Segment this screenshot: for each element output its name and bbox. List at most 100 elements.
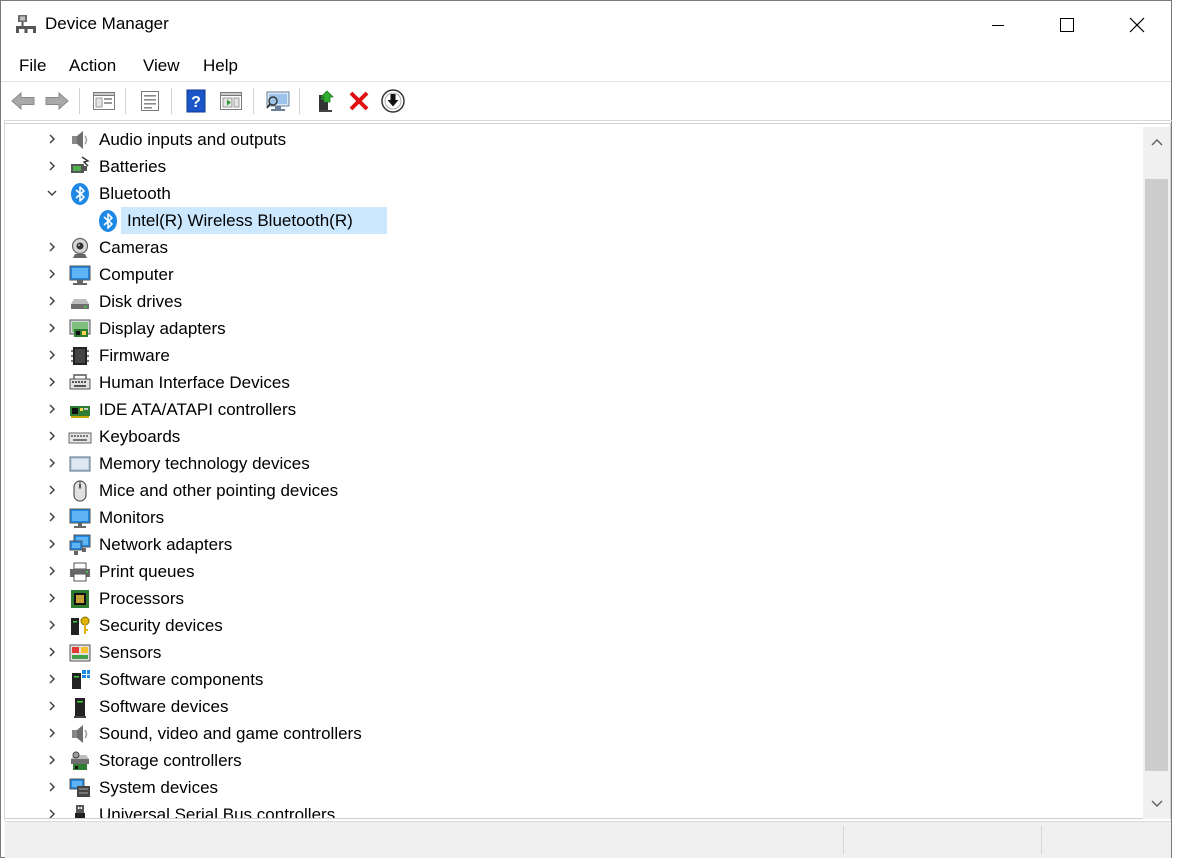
close-icon bbox=[1129, 17, 1145, 33]
tree-category-item[interactable]: IDE ATA/ATAPI controllers bbox=[5, 396, 1105, 423]
scan-hardware-changes-button[interactable] bbox=[264, 87, 292, 115]
tree-category-item[interactable]: Display adapters bbox=[5, 315, 1105, 342]
memory-icon bbox=[68, 452, 92, 476]
chevron-right-icon[interactable] bbox=[45, 537, 59, 551]
chevron-right-icon[interactable] bbox=[45, 672, 59, 686]
close-button[interactable] bbox=[1102, 1, 1172, 49]
uninstall-device-button[interactable] bbox=[345, 87, 373, 115]
tree-category-item[interactable]: Bluetooth bbox=[5, 180, 1105, 207]
menu-help[interactable]: Help bbox=[203, 56, 238, 76]
chevron-right-icon[interactable] bbox=[45, 402, 59, 416]
tree-category-item[interactable]: Universal Serial Bus controllers bbox=[5, 801, 1105, 818]
toolbar-separator bbox=[171, 88, 172, 114]
tree-item-label: Intel(R) Wireless Bluetooth(R) bbox=[127, 211, 353, 230]
menu-action[interactable]: Action bbox=[69, 56, 116, 76]
vertical-scrollbar[interactable] bbox=[1143, 127, 1170, 819]
chevron-right-icon[interactable] bbox=[45, 294, 59, 308]
status-bar-divider bbox=[1041, 826, 1042, 854]
chevron-right-icon[interactable] bbox=[45, 132, 59, 146]
disable-device-button[interactable] bbox=[379, 87, 407, 115]
tree-category-item[interactable]: Print queues bbox=[5, 558, 1105, 585]
tree-item-label: Audio inputs and outputs bbox=[99, 130, 287, 149]
chevron-right-icon[interactable] bbox=[45, 753, 59, 767]
chevron-right-icon[interactable] bbox=[45, 807, 59, 818]
device-manager-app-icon bbox=[15, 13, 37, 35]
tree-item-label: Sensors bbox=[99, 643, 162, 662]
chevron-right-icon[interactable] bbox=[45, 375, 59, 389]
tree-item-label: Computer bbox=[99, 265, 174, 284]
chevron-right-icon[interactable] bbox=[45, 159, 59, 173]
monitor-icon bbox=[68, 506, 92, 530]
chevron-right-icon[interactable] bbox=[45, 726, 59, 740]
tree-item-label: Human Interface Devices bbox=[99, 373, 290, 392]
chevron-right-icon[interactable] bbox=[45, 699, 59, 713]
tree-category-item[interactable]: Storage controllers bbox=[5, 747, 1105, 774]
maximize-button[interactable] bbox=[1032, 1, 1102, 49]
tree-category-item[interactable]: Audio inputs and outputs bbox=[5, 126, 1105, 153]
chevron-right-icon[interactable] bbox=[45, 564, 59, 578]
tree-item-label: System devices bbox=[99, 778, 219, 797]
chevron-right-icon[interactable] bbox=[45, 645, 59, 659]
forward-button[interactable] bbox=[43, 87, 71, 115]
chevron-right-icon[interactable] bbox=[45, 240, 59, 254]
minimize-button[interactable] bbox=[963, 1, 1033, 49]
chevron-right-icon[interactable] bbox=[45, 510, 59, 524]
tree-category-item[interactable]: Batteries bbox=[5, 153, 1105, 180]
tree-category-item[interactable]: Firmware bbox=[5, 342, 1105, 369]
action-pane-button[interactable] bbox=[217, 87, 245, 115]
tree-category-item[interactable]: Security devices bbox=[5, 612, 1105, 639]
scrollbar-thumb[interactable] bbox=[1145, 179, 1168, 771]
tree-category-item[interactable]: Monitors bbox=[5, 504, 1105, 531]
tree-category-item[interactable]: Memory technology devices bbox=[5, 450, 1105, 477]
tree-category-item[interactable]: Keyboards bbox=[5, 423, 1105, 450]
chevron-right-icon[interactable] bbox=[45, 348, 59, 362]
minimize-icon bbox=[992, 25, 1004, 26]
bluetooth-icon bbox=[68, 182, 92, 206]
chevron-right-icon[interactable] bbox=[45, 321, 59, 335]
tree-item-label: Print queues bbox=[99, 562, 195, 581]
tree-item-label: Software components bbox=[99, 670, 264, 689]
tree-category-item[interactable]: Processors bbox=[5, 585, 1105, 612]
back-button[interactable] bbox=[9, 87, 37, 115]
scroll-down-button[interactable] bbox=[1143, 789, 1170, 819]
status-bar bbox=[5, 821, 1171, 858]
status-bar-divider bbox=[843, 826, 844, 854]
update-driver-button[interactable] bbox=[311, 87, 339, 115]
tree-category-item[interactable]: System devices bbox=[5, 774, 1105, 801]
tree-item-label: Software devices bbox=[99, 697, 229, 716]
tree-category-item[interactable]: Sound, video and game controllers bbox=[5, 720, 1105, 747]
tree-category-item[interactable]: Disk drives bbox=[5, 288, 1105, 315]
ide-controller-icon bbox=[68, 398, 92, 422]
tree-category-item[interactable]: Sensors bbox=[5, 639, 1105, 666]
speaker-icon bbox=[68, 128, 92, 152]
tree-item-label: Mice and other pointing devices bbox=[99, 481, 339, 500]
help-button[interactable]: ? bbox=[182, 87, 210, 115]
chevron-down-icon[interactable] bbox=[45, 186, 59, 200]
show-hide-console-tree-button[interactable] bbox=[90, 87, 118, 115]
system-device-icon bbox=[68, 776, 92, 800]
tree-category-item[interactable]: Mice and other pointing devices bbox=[5, 477, 1105, 504]
tree-category-item[interactable]: Software devices bbox=[5, 693, 1105, 720]
software-component-icon bbox=[68, 668, 92, 692]
tree-category-item[interactable]: Cameras bbox=[5, 234, 1105, 261]
tree-category-item[interactable]: Network adapters bbox=[5, 531, 1105, 558]
tree-category-item[interactable]: Software components bbox=[5, 666, 1105, 693]
tree-category-item[interactable]: Human Interface Devices bbox=[5, 369, 1105, 396]
chevron-right-icon[interactable] bbox=[45, 483, 59, 497]
properties-button[interactable] bbox=[136, 87, 164, 115]
device-tree[interactable]: Audio inputs and outputs Batteries Bluetoo… bbox=[5, 123, 1171, 819]
tree-child-item[interactable]: Intel(R) Wireless Bluetooth(R) bbox=[5, 207, 1105, 234]
show-hide-console-tree-icon bbox=[93, 92, 115, 110]
hid-icon bbox=[68, 371, 92, 395]
chevron-right-icon[interactable] bbox=[45, 267, 59, 281]
chevron-right-icon[interactable] bbox=[45, 618, 59, 632]
menu-file[interactable]: File bbox=[19, 56, 46, 76]
chevron-right-icon[interactable] bbox=[45, 780, 59, 794]
chevron-right-icon[interactable] bbox=[45, 429, 59, 443]
chevron-right-icon[interactable] bbox=[45, 456, 59, 470]
scroll-up-button[interactable] bbox=[1143, 127, 1170, 157]
menu-view[interactable]: View bbox=[143, 56, 180, 76]
tree-category-item[interactable]: Computer bbox=[5, 261, 1105, 288]
update-driver-icon bbox=[319, 90, 334, 112]
chevron-right-icon[interactable] bbox=[45, 591, 59, 605]
